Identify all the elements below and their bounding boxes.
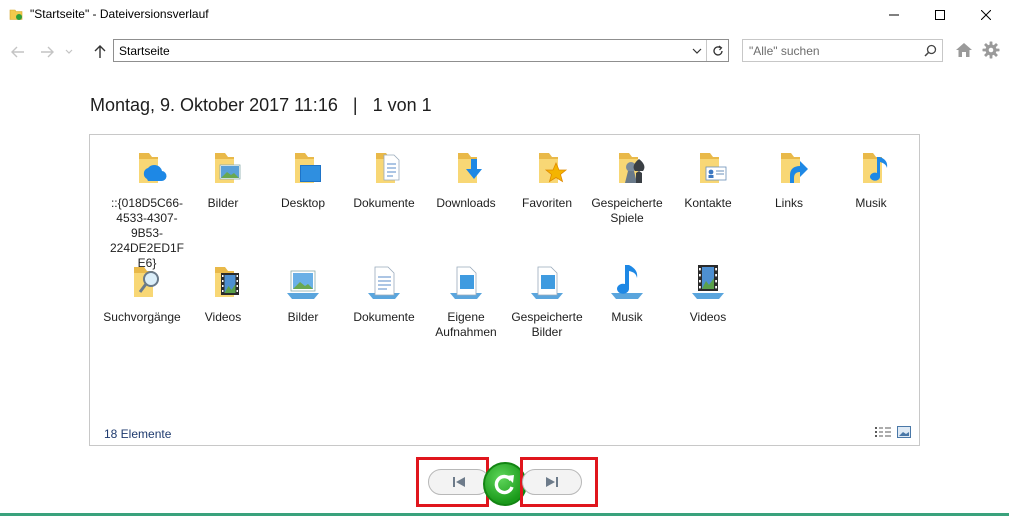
navigation-bar: Startseite "Alle" suchen bbox=[0, 38, 1009, 66]
search-box[interactable]: "Alle" suchen bbox=[742, 39, 943, 62]
videos-folder-icon bbox=[199, 259, 247, 307]
address-text: Startseite bbox=[119, 44, 170, 58]
videos-library-icon bbox=[684, 259, 732, 307]
address-bar[interactable]: Startseite bbox=[113, 39, 729, 62]
forward-button[interactable] bbox=[37, 42, 57, 62]
list-item[interactable]: Favoriten bbox=[508, 145, 586, 211]
file-list-panel: ::{018D5C66-4533-4307-9B53-224DE2ED1FE6}… bbox=[89, 134, 920, 446]
skip-next-icon bbox=[546, 477, 558, 487]
item-label: Links bbox=[774, 196, 803, 210]
details-view-icon[interactable] bbox=[875, 426, 891, 438]
item-label: Suchvorgänge bbox=[103, 310, 181, 324]
list-item[interactable]: Bilder bbox=[184, 145, 262, 211]
item-label: Dokumente bbox=[353, 196, 415, 210]
version-navigation-controls bbox=[0, 455, 1009, 510]
list-item[interactable]: Desktop bbox=[264, 145, 342, 211]
camera-roll-library-icon bbox=[442, 259, 490, 307]
list-item[interactable]: Gespeicherte Bilder bbox=[508, 259, 586, 340]
music-folder-icon bbox=[847, 145, 895, 193]
backup-date: Montag, 9. Oktober 2017 11:16 bbox=[90, 95, 338, 115]
searches-folder-icon bbox=[118, 259, 166, 307]
previous-version-button[interactable] bbox=[428, 469, 490, 495]
recent-locations-button[interactable] bbox=[62, 42, 76, 62]
chevron-down-icon bbox=[692, 48, 702, 54]
restore-icon bbox=[494, 474, 514, 495]
list-item[interactable]: Bilder bbox=[264, 259, 342, 325]
chevron-down-icon bbox=[65, 49, 73, 54]
gear-icon[interactable] bbox=[982, 41, 1000, 59]
item-label: Videos bbox=[204, 310, 242, 324]
list-item[interactable]: Kontakte bbox=[669, 145, 747, 211]
list-item[interactable]: Videos bbox=[669, 259, 747, 325]
links-folder-icon bbox=[765, 145, 813, 193]
refresh-button[interactable] bbox=[706, 40, 729, 61]
item-label: Desktop bbox=[280, 196, 326, 210]
item-count: 18 Elemente bbox=[104, 427, 172, 441]
search-icon[interactable] bbox=[924, 44, 937, 57]
desktop-folder-icon bbox=[279, 145, 327, 193]
next-version-button[interactable] bbox=[522, 469, 582, 495]
close-icon bbox=[981, 9, 991, 20]
item-label: Favoriten bbox=[521, 196, 573, 210]
skip-previous-icon bbox=[453, 477, 465, 487]
item-label: Bilder bbox=[287, 310, 319, 324]
item-label: Bilder bbox=[207, 196, 239, 210]
contacts-folder-icon bbox=[684, 145, 732, 193]
backup-date-heading: Montag, 9. Oktober 2017 11:16 | 1 von 1 bbox=[90, 95, 432, 116]
maximize-button[interactable] bbox=[917, 0, 963, 29]
heading-separator: | bbox=[352, 95, 358, 115]
version-position: 1 von 1 bbox=[372, 95, 432, 115]
item-label: Musik bbox=[611, 310, 643, 324]
item-label: Gespeicherte Bilder bbox=[511, 310, 583, 339]
item-label: Kontakte bbox=[684, 196, 732, 210]
list-item[interactable]: Videos bbox=[184, 259, 262, 325]
pictures-library-icon bbox=[279, 259, 327, 307]
window-title: "Startseite" - Dateiversionsverlauf bbox=[30, 7, 209, 21]
list-item[interactable]: Gespeicherte Spiele bbox=[588, 145, 666, 226]
item-label: Gespeicherte Spiele bbox=[591, 196, 663, 225]
list-item[interactable]: Suchvorgänge bbox=[103, 259, 181, 325]
search-input[interactable]: "Alle" suchen bbox=[749, 44, 820, 58]
item-label: Musik bbox=[855, 196, 887, 210]
list-item[interactable]: Dokumente bbox=[345, 145, 423, 211]
music-library-icon bbox=[603, 259, 651, 307]
arrow-left-icon bbox=[11, 46, 24, 58]
documents-folder-icon bbox=[360, 145, 408, 193]
home-icon[interactable] bbox=[955, 42, 973, 58]
item-label: Eigene Aufnahmen bbox=[435, 310, 497, 339]
refresh-icon bbox=[713, 45, 723, 56]
item-label: Videos bbox=[689, 310, 727, 324]
address-dropdown-button[interactable] bbox=[688, 40, 706, 61]
downloads-folder-icon bbox=[442, 145, 490, 193]
back-button[interactable] bbox=[8, 42, 28, 62]
arrow-up-icon bbox=[94, 45, 106, 58]
list-item[interactable]: Eigene Aufnahmen bbox=[427, 259, 505, 340]
onedrive-folder-icon bbox=[123, 145, 171, 193]
saved-games-folder-icon bbox=[603, 145, 651, 193]
documents-library-icon bbox=[360, 259, 408, 307]
saved-pictures-library-icon bbox=[523, 259, 571, 307]
list-item[interactable]: Musik bbox=[588, 259, 666, 325]
close-button[interactable] bbox=[963, 0, 1009, 29]
view-switcher bbox=[875, 426, 911, 438]
list-item[interactable]: Links bbox=[750, 145, 828, 211]
list-item[interactable]: Dokumente bbox=[345, 259, 423, 325]
list-item[interactable]: Downloads bbox=[427, 145, 505, 211]
favorites-folder-icon bbox=[523, 145, 571, 193]
up-button[interactable] bbox=[90, 42, 110, 62]
large-icons-view-icon[interactable] bbox=[897, 426, 911, 438]
maximize-icon bbox=[935, 9, 945, 20]
file-history-app-icon bbox=[9, 9, 23, 20]
pictures-folder-icon bbox=[199, 145, 247, 193]
minimize-button[interactable] bbox=[871, 0, 917, 29]
arrow-right-icon bbox=[41, 46, 54, 58]
item-label: Dokumente bbox=[353, 310, 415, 324]
minimize-icon bbox=[889, 14, 899, 15]
title-bar: "Startseite" - Dateiversionsverlauf bbox=[0, 0, 1009, 30]
item-label: Downloads bbox=[436, 196, 496, 210]
list-item[interactable]: ::{018D5C66-4533-4307-9B53-224DE2ED1FE6} bbox=[108, 145, 186, 271]
list-item[interactable]: Musik bbox=[832, 145, 910, 211]
